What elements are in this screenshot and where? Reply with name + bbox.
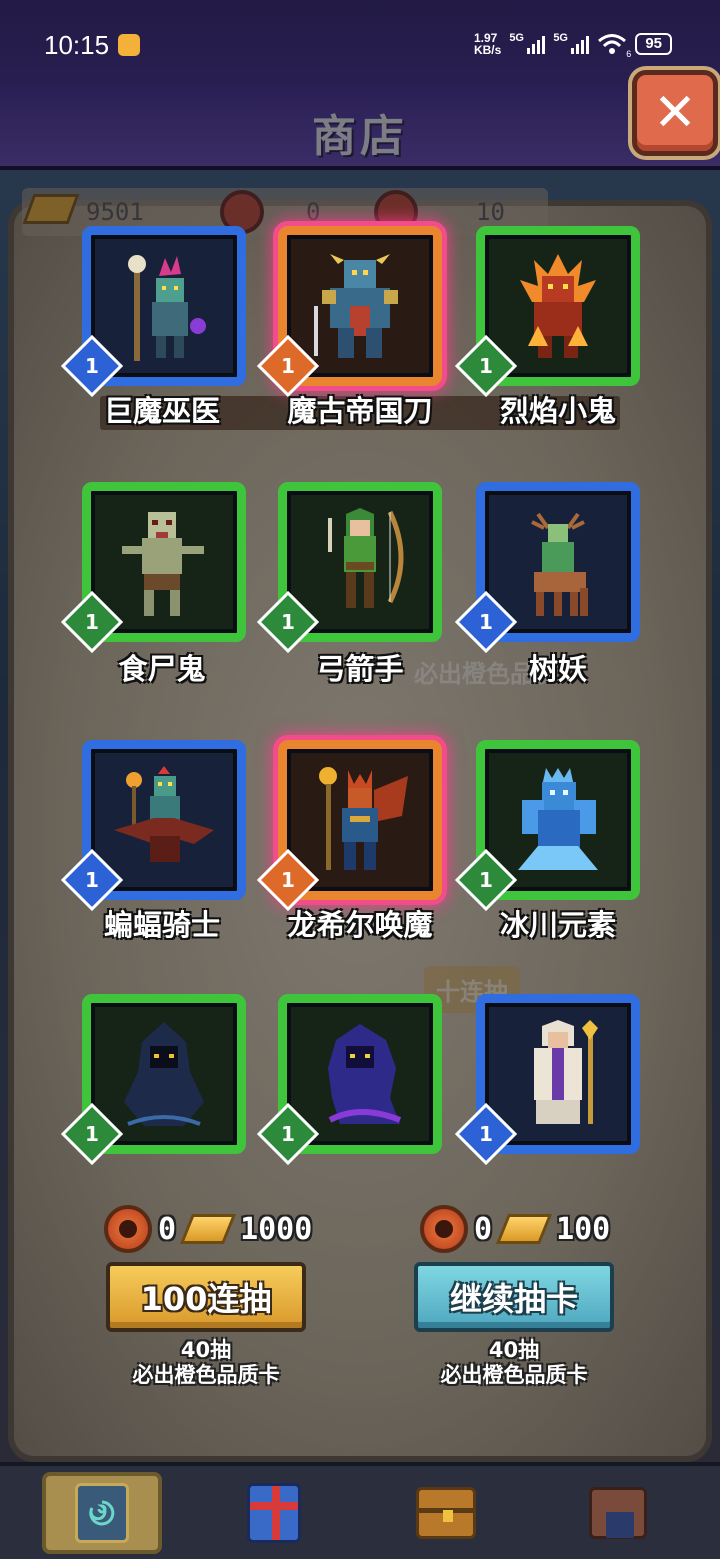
continue-draw-note: 40抽 必出橙色品质卡 (404, 1338, 624, 1388)
flame-imp-art (494, 244, 622, 368)
card-name-label: 魔古帝国刀 (287, 394, 433, 428)
shop-header: 商店 (0, 90, 720, 170)
bat-rider-art (100, 758, 228, 882)
card-name-label: 烈焰小鬼 (499, 394, 616, 428)
close-icon: ✕ (653, 83, 697, 143)
page-title: 商店 (312, 111, 408, 162)
status-indicators: 1.97 KB/s 5G 5G 6 95 (474, 32, 672, 59)
wifi-icon: 6 (597, 33, 631, 59)
notification-app-icon (118, 34, 140, 56)
card-name-label: 蝙蝠骑士 (103, 908, 220, 942)
card-troll-witch-doctor[interactable]: 1 (60, 226, 246, 398)
card-name-label: 弓箭手 (316, 652, 404, 686)
pity-count: 40抽 (488, 1338, 540, 1362)
bottom-nav (0, 1462, 720, 1559)
card-archer[interactable]: 1 (256, 482, 442, 654)
demon-coin-icon (104, 1205, 152, 1253)
troll-witch-doctor-art (100, 244, 228, 368)
draw-100-button[interactable]: 100连抽 (106, 1262, 306, 1332)
card-void-spirit[interactable]: 1 (256, 994, 442, 1166)
wifi-label: 6 (626, 49, 632, 59)
priest-art (494, 1012, 622, 1136)
demon-coin-icon (420, 1205, 468, 1253)
card-priest[interactable]: 1 (454, 994, 640, 1166)
card-name-label: 巨魔巫医 (103, 394, 220, 428)
status-time: 10:15 (44, 30, 110, 60)
mogu-warrior-art (296, 244, 424, 368)
ghoul-art (100, 500, 228, 624)
gold-cost: 1000 (240, 1211, 313, 1247)
gold-bar-icon (180, 1214, 237, 1244)
glacier-elemental-art (494, 758, 622, 882)
nav-cards[interactable] (42, 1472, 162, 1554)
card-dryad[interactable]: 1 (454, 482, 640, 654)
nav-treasure[interactable] (386, 1472, 506, 1554)
card-deck-icon (75, 1483, 129, 1543)
card-name-label: 树妖 (528, 652, 587, 686)
card-name-label: 冰川元素 (499, 908, 616, 942)
draw-100-cost: 0 1000 (104, 1204, 312, 1254)
token-cost: 0 (474, 1211, 493, 1247)
close-button[interactable]: ✕ (632, 70, 718, 156)
card-ghoul[interactable]: 1 (60, 482, 246, 654)
card-bat-rider[interactable]: 1 (60, 740, 246, 912)
archer-art (296, 500, 424, 624)
card-name-label: 食尸鬼 (118, 652, 206, 686)
battery-icon: 95 (635, 33, 672, 55)
card-shadow-wraith[interactable]: 1 (60, 994, 246, 1166)
signal-strength-icon-2: 5G (553, 32, 590, 54)
dragon-summoner-art (296, 758, 424, 882)
pity-guarantee: 必出橙色品质卡 (440, 1363, 588, 1387)
card-flame-imp[interactable]: 1 (454, 226, 640, 398)
card-dragon-summoner[interactable]: 1 (256, 740, 442, 912)
pity-guarantee: 必出橙色品质卡 (132, 1363, 280, 1387)
continue-draw-cost: 0 100 (420, 1204, 610, 1254)
token-cost: 0 (158, 1211, 177, 1247)
dryad-art (494, 500, 622, 624)
horned-house-icon (589, 1487, 647, 1539)
gift-box-icon (247, 1483, 301, 1543)
gold-bar-icon (496, 1214, 553, 1244)
status-bar: 10:15 1.97 KB/s 5G 5G 6 95 (0, 0, 720, 90)
card-glacier-elemental[interactable]: 1 (454, 740, 640, 912)
continue-draw-button[interactable]: 继续抽卡 (414, 1262, 614, 1332)
network-speed: 1.97 KB/s (474, 32, 501, 56)
treasure-chest-icon (416, 1487, 476, 1539)
gold-cost: 100 (556, 1211, 611, 1247)
void-spirit-art (296, 1012, 424, 1136)
sim2-label: 5G (553, 32, 568, 44)
draw-100-note: 40抽 必出橙色品质卡 (96, 1338, 316, 1388)
signal-strength-icon: 5G (509, 32, 546, 54)
nav-gifts[interactable] (214, 1472, 334, 1554)
pity-count: 40抽 (180, 1338, 232, 1362)
nav-base[interactable] (558, 1472, 678, 1554)
sim1-label: 5G (509, 32, 524, 44)
card-mogu-empire-blade[interactable]: 1 (256, 226, 442, 398)
card-name-label: 龙希尔唤魔 (287, 908, 433, 942)
shadow-wraith-art (100, 1012, 228, 1136)
network-speed-unit: KB/s (473, 43, 502, 57)
